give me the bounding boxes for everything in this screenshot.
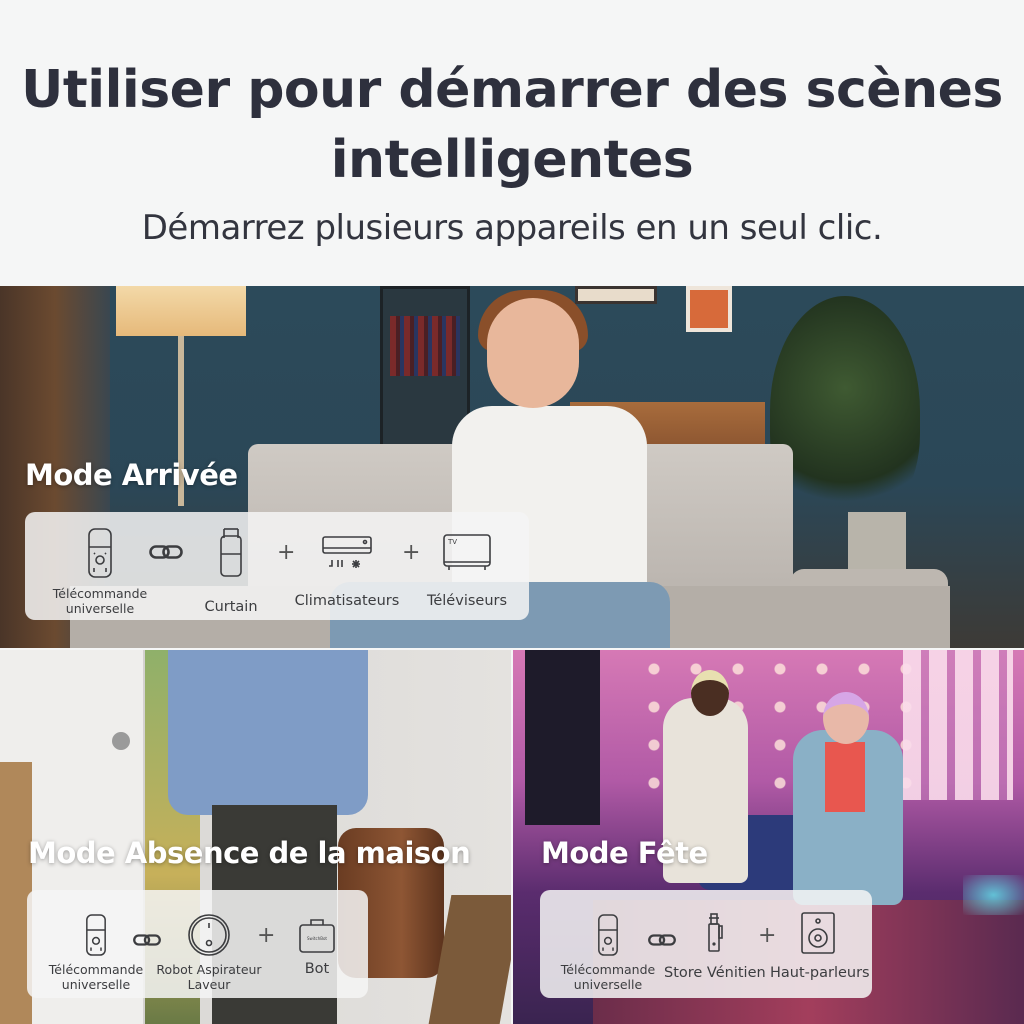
svg-text:TV: TV: [447, 538, 457, 546]
bot-icon: SwitchBot: [299, 919, 335, 953]
blind-tilt-icon: [708, 913, 723, 952]
link-icon: [149, 542, 183, 564]
man-photo-detail: [168, 650, 368, 815]
wall-frame: [575, 286, 657, 304]
page-subtitle: Démarrez plusieurs appareils en un seul …: [141, 208, 883, 248]
person-face: [487, 298, 579, 408]
device-robot-vacuum: Robot Aspirateur Laveur: [153, 914, 265, 992]
dancer-head: [823, 692, 869, 744]
doorway-photo-detail: [525, 650, 600, 825]
device-bot: SwitchBot Bot: [277, 918, 357, 977]
svg-text:SwitchBot: SwitchBot: [307, 936, 327, 941]
scene-title-away: Mode Absence de la maison: [28, 836, 471, 870]
universal-remote-icon: [86, 914, 106, 956]
speaker-icon: [801, 912, 835, 954]
plus-icon: +: [257, 923, 276, 948]
device-tv: TV Téléviseurs: [417, 534, 517, 609]
curtain-icon: [220, 528, 242, 577]
books-photo-detail: [390, 316, 460, 376]
door-knob: [112, 732, 130, 750]
device-blind-tilt: Store Vénitien: [664, 912, 766, 981]
floor-lamp-photo-detail: [116, 286, 246, 336]
device-universal-remote: Télécommande universelle: [45, 528, 155, 616]
scene-title-arrival: Mode Arrivée: [25, 458, 238, 492]
scene-party-device-card: Télécommande universelle Store Vénitien …: [540, 890, 872, 998]
header: Utiliser pour démarrer des scènes intell…: [0, 0, 1024, 285]
universal-remote-icon: [88, 528, 112, 578]
device-curtain: Curtain: [195, 528, 267, 615]
page-title-line2: intelligentes: [330, 130, 694, 190]
universal-remote-icon: [598, 914, 618, 956]
mirror-arches: [903, 650, 1013, 800]
dancer-shirt: [825, 742, 865, 812]
scene-arrival-device-card: Télécommande universelle Curtain + Clima…: [25, 512, 529, 620]
device-universal-remote: Télécommande universelle: [553, 914, 663, 992]
wall-frame: [686, 286, 732, 332]
tv-icon: TV: [443, 534, 491, 570]
air-conditioner-icon: [322, 536, 372, 568]
robot-vacuum-icon: [188, 914, 230, 956]
led-strip-glow: [963, 875, 1024, 915]
device-universal-remote: Télécommande universelle: [41, 914, 151, 992]
page-title-line1: Utiliser pour démarrer des scènes: [21, 60, 1003, 120]
scene-title-party: Mode Fête: [541, 836, 708, 870]
plant-pot: [848, 512, 906, 572]
device-air-conditioner: Climatisateurs: [287, 536, 407, 609]
dancer-head: [691, 670, 729, 716]
scene-away-device-card: Télécommande universelle Robot Aspirateu…: [27, 890, 368, 998]
device-speaker: Haut-parleurs: [770, 912, 870, 981]
